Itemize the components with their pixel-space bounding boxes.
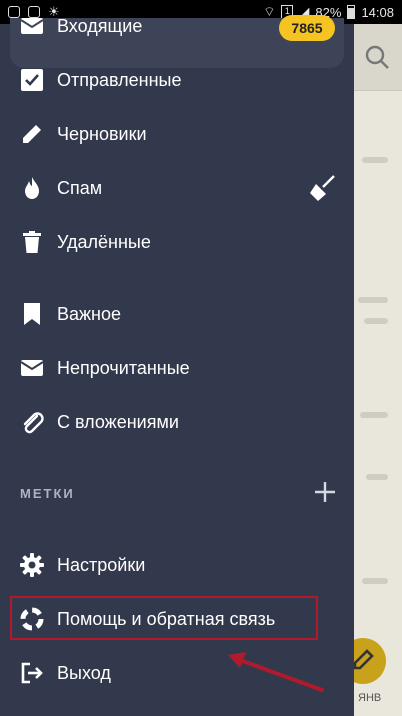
drawer-item-label: Важное [57, 303, 122, 324]
drawer-item-label: С вложениями [57, 411, 179, 432]
drawer-item-trash[interactable]: Удалённые [0, 218, 354, 266]
logout-icon [20, 661, 44, 685]
list-item [358, 297, 388, 303]
drawer-item-label: Входящие [57, 15, 143, 36]
drawer-item-label: Выход [57, 662, 111, 683]
drawer-item-important[interactable]: Важное [0, 290, 354, 338]
trash-icon [20, 230, 44, 254]
drawer-item-label: Спам [57, 177, 103, 198]
unread-count-badge: 7865 [279, 15, 335, 41]
bookmark-icon [20, 302, 44, 326]
drawer-item-spam[interactable]: Спам [0, 164, 354, 212]
navigation-drawer: Входящие 7865 Отправленные Черновики Спа… [0, 15, 354, 716]
drawer-item-sent[interactable]: Отправленные [0, 56, 354, 104]
list-item [362, 578, 388, 584]
drawer-item-label: Непрочитанные [57, 357, 190, 378]
gear-icon [20, 553, 44, 577]
labels-section-title: МЕТКИ [20, 486, 75, 501]
flame-icon [20, 176, 44, 200]
drawer-item-logout[interactable]: Выход [0, 649, 354, 697]
drawer-item-help[interactable]: Помощь и обратная связь [0, 595, 354, 643]
list-item [360, 412, 388, 418]
drawer-item-label: Удалённые [57, 231, 151, 252]
drawer-item-unread[interactable]: Непрочитанные [0, 344, 354, 392]
drawer-item-settings[interactable]: Настройки [0, 541, 354, 589]
date-label: ЯНВ [358, 692, 382, 704]
list-item [366, 474, 388, 480]
drawer-item-label: Помощь и обратная связь [57, 608, 276, 629]
broom-icon[interactable] [308, 174, 336, 202]
search-icon[interactable] [364, 44, 390, 70]
drawer-item-label: Настройки [57, 554, 146, 575]
list-item [362, 157, 388, 163]
drawer-item-attachments[interactable]: С вложениями [0, 398, 354, 446]
pencil-icon [20, 122, 44, 146]
drawer-item-inbox[interactable]: Входящие 7865 [0, 2, 354, 50]
add-label-button[interactable] [314, 481, 336, 503]
drawer-item-label: Черновики [57, 123, 147, 144]
drawer-item-label: Отправленные [57, 69, 182, 90]
inbox-icon [20, 14, 44, 38]
drawer-item-drafts[interactable]: Черновики [0, 110, 354, 158]
sent-check-icon [20, 68, 44, 92]
lifebuoy-icon [20, 607, 44, 631]
clock: 14:08 [361, 4, 394, 20]
list-item [364, 318, 388, 324]
paperclip-icon [20, 410, 44, 434]
envelope-icon [20, 356, 44, 380]
